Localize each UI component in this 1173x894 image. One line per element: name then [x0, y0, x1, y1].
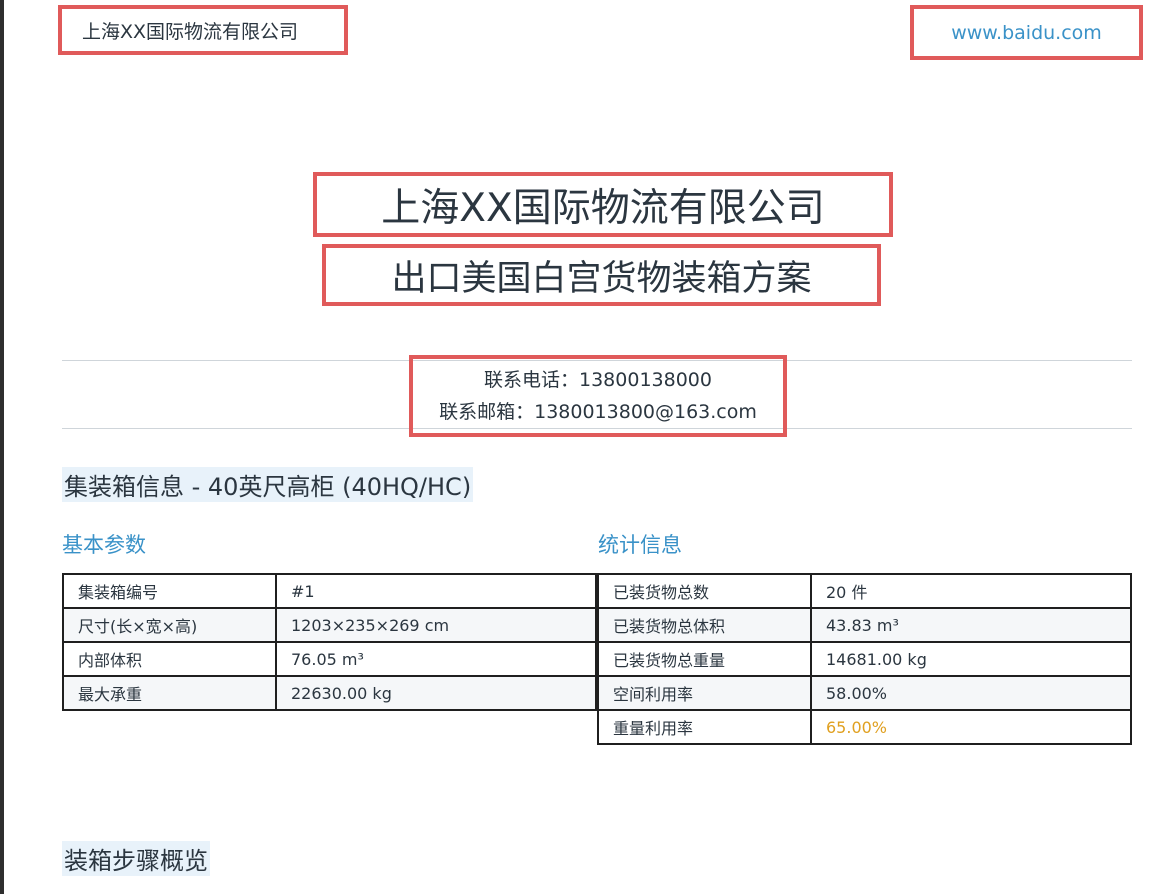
stats-table: 已装货物总数 20 件 已装货物总体积 43.83 m³ 已装货物总重量 146…	[597, 573, 1132, 745]
table-row: 尺寸(长×宽×高) 1203×235×269 cm	[62, 607, 597, 643]
param-label: 内部体积	[62, 641, 277, 677]
table-row: 内部体积 76.05 m³	[62, 641, 597, 677]
param-value: #1	[275, 573, 597, 609]
param-value: 76.05 m³	[275, 641, 597, 677]
stat-label: 已装货物总数	[597, 573, 812, 609]
param-value: 22630.00 kg	[275, 675, 597, 711]
stat-value: 14681.00 kg	[810, 641, 1132, 677]
table-row: 已装货物总重量 14681.00 kg	[597, 641, 1132, 677]
table-row: 集装箱编号 #1	[62, 573, 597, 609]
stat-label: 已装货物总重量	[597, 641, 812, 677]
stat-label: 重量利用率	[597, 709, 812, 745]
basic-params-title: 基本参数	[62, 533, 146, 557]
table-row: 空间利用率 58.00%	[597, 675, 1132, 711]
stats-title: 统计信息	[598, 533, 682, 557]
stat-value: 58.00%	[810, 675, 1132, 711]
contact-phone: 联系电话：13800138000	[484, 369, 712, 391]
stat-value: 43.83 m³	[810, 607, 1132, 643]
header-website-link[interactable]: www.baidu.com	[910, 5, 1143, 60]
table-row: 最大承重 22630.00 kg	[62, 675, 597, 711]
document-subtitle: 出口美国白宫货物装箱方案	[322, 244, 881, 306]
page-edge	[0, 0, 4, 894]
table-row: 重量利用率 65.00%	[597, 709, 1132, 745]
param-label: 尺寸(长×宽×高)	[62, 607, 277, 643]
param-value: 1203×235×269 cm	[275, 607, 597, 643]
contact-email[interactable]: 联系邮箱：1380013800@163.com	[439, 396, 757, 428]
param-label: 最大承重	[62, 675, 277, 711]
steps-section-title: 装箱步骤概览	[62, 841, 210, 876]
contact-block: 联系电话：13800138000 联系邮箱：1380013800@163.com	[409, 355, 787, 437]
document-title: 上海XX国际物流有限公司	[313, 172, 893, 237]
stat-value-highlight: 65.00%	[810, 709, 1132, 745]
table-row: 已装货物总体积 43.83 m³	[597, 607, 1132, 643]
table-row: 已装货物总数 20 件	[597, 573, 1132, 609]
stat-label: 已装货物总体积	[597, 607, 812, 643]
container-section-title: 集装箱信息 - 40英尺高柜 (40HQ/HC)	[62, 467, 474, 502]
param-label: 集装箱编号	[62, 573, 277, 609]
stat-label: 空间利用率	[597, 675, 812, 711]
stat-value: 20 件	[810, 573, 1132, 609]
header-company-name: 上海XX国际物流有限公司	[58, 5, 348, 55]
basic-params-table: 集装箱编号 #1 尺寸(长×宽×高) 1203×235×269 cm 内部体积 …	[62, 573, 597, 711]
